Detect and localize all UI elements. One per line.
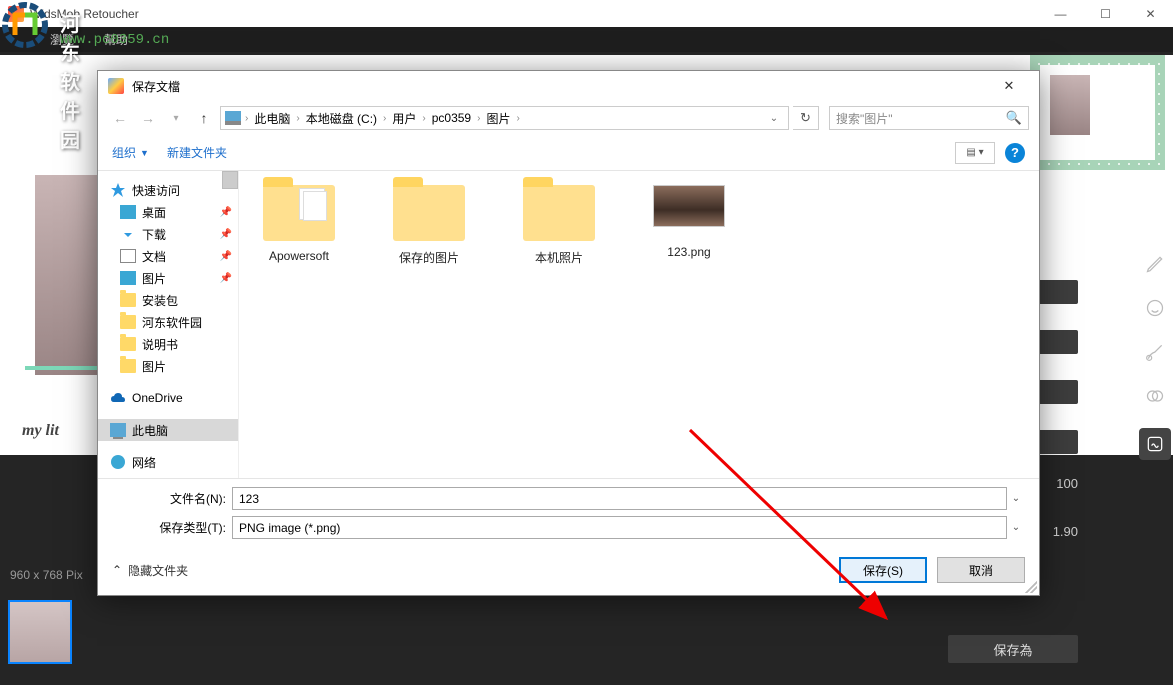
pc-icon	[225, 111, 241, 125]
organize-menu[interactable]: 组织 ▼	[112, 144, 149, 161]
option-dropdown-3[interactable]	[1038, 380, 1078, 404]
cancel-button[interactable]: 取消	[937, 557, 1025, 583]
canvas-dimensions: 960 x 768 Pix	[10, 568, 83, 582]
overlap-icon[interactable]	[1143, 384, 1167, 408]
nav-forward-button: →	[136, 106, 160, 130]
maximize-button[interactable]: ☐	[1083, 0, 1128, 27]
option-dropdown-4[interactable]	[1038, 430, 1078, 454]
folder-icon	[523, 185, 595, 241]
brush-icon[interactable]	[1143, 340, 1167, 364]
artwork-preview	[35, 175, 105, 375]
opacity-value: 100	[1056, 476, 1078, 491]
filename-dropdown[interactable]: ⌄	[1007, 493, 1025, 504]
dialog-title-bar: 保存文檔 ✕	[98, 71, 1039, 101]
nav-up-button[interactable]: ↑	[192, 106, 216, 130]
search-input[interactable]: 搜索"图片" 🔍	[829, 106, 1029, 130]
bottom-panel: 文件名(N): ⌄ 保存类型(T): PNG image (*.png) ⌄ ⌃…	[98, 478, 1039, 595]
tree-pictures2[interactable]: 图片	[98, 355, 238, 377]
save-dialog: 保存文檔 ✕ ← → ▾ ↑ › 此电脑› 本地磁盘 (C:)› 用户› pc0…	[97, 70, 1040, 596]
tree-quick-access[interactable]: 快速访问	[98, 179, 238, 201]
filetype-select[interactable]: PNG image (*.png)	[232, 516, 1007, 539]
nav-tree: 快速访问 桌面📌 下载📌 文档📌 图片📌 安装包 河东软件园 说明书 图片 On…	[98, 171, 238, 478]
menu-help[interactable]: 幫助	[104, 31, 128, 48]
option-dropdown-2[interactable]	[1038, 330, 1078, 354]
search-placeholder: 搜索"图片"	[836, 110, 893, 127]
resize-grip[interactable]	[1025, 581, 1037, 593]
tree-hedong[interactable]: 河东软件园	[98, 311, 238, 333]
tree-pictures[interactable]: 图片📌	[98, 267, 238, 289]
artwork-caption: my lit	[22, 422, 59, 440]
address-dropdown[interactable]: ⌄	[764, 113, 784, 124]
refresh-button[interactable]: ↻	[793, 106, 819, 130]
tree-onedrive[interactable]: OneDrive	[98, 387, 238, 409]
toolbar-row: 组织 ▼ 新建文件夹 ▤ ▾ ?	[98, 135, 1039, 171]
filename-label: 文件名(N):	[112, 490, 232, 507]
tree-desktop[interactable]: 桌面📌	[98, 201, 238, 223]
filename-input[interactable]	[232, 487, 1007, 510]
nav-recent-button[interactable]: ▾	[164, 106, 188, 130]
frame-icon[interactable]	[1139, 428, 1171, 460]
tree-manual[interactable]: 说明书	[98, 333, 238, 355]
filetype-label: 保存类型(T):	[112, 519, 232, 536]
menu-browse[interactable]: 瀏覽	[50, 31, 74, 48]
new-folder-button[interactable]: 新建文件夹	[167, 144, 227, 161]
dialog-title: 保存文檔	[132, 78, 180, 95]
nav-row: ← → ▾ ↑ › 此电脑› 本地磁盘 (C:)› 用户› pc0359› 图片…	[98, 101, 1039, 135]
hide-folders-toggle[interactable]: ⌃ 隐藏文件夹	[112, 562, 188, 579]
tree-this-pc[interactable]: 此电脑	[98, 419, 238, 441]
right-toolbar	[1137, 252, 1173, 460]
option-dropdown-1[interactable]	[1038, 280, 1078, 304]
help-button[interactable]: ?	[1005, 143, 1025, 163]
tree-install-pkg[interactable]: 安装包	[98, 289, 238, 311]
view-mode-button[interactable]: ▤ ▾	[955, 142, 995, 164]
search-icon[interactable]: 🔍	[1006, 110, 1022, 126]
breadcrumb[interactable]: 图片	[482, 108, 514, 129]
dialog-icon	[108, 78, 124, 94]
breadcrumb[interactable]: 用户	[388, 108, 420, 129]
minimize-button[interactable]: —	[1038, 0, 1083, 27]
folder-item[interactable]: 本机照片	[509, 185, 609, 266]
pencil-icon[interactable]	[1143, 252, 1167, 276]
file-list[interactable]: Apowersoft 保存的图片 本机照片 123.png	[238, 171, 1039, 478]
frame-preview	[1030, 55, 1165, 170]
tree-documents[interactable]: 文档📌	[98, 245, 238, 267]
breadcrumb[interactable]: 此电脑	[250, 108, 294, 129]
tree-network[interactable]: 网络	[98, 451, 238, 473]
title-bar: WidsMob Retoucher — ☐ ✕	[0, 0, 1173, 27]
scale-value: 1.90	[1053, 524, 1078, 539]
chevron-up-icon: ⌃	[112, 563, 122, 577]
close-button[interactable]: ✕	[1128, 0, 1173, 27]
folder-icon	[263, 185, 335, 241]
app-icon	[8, 6, 24, 22]
app-title: WidsMob Retoucher	[30, 7, 139, 21]
filetype-dropdown[interactable]: ⌄	[1007, 522, 1025, 533]
save-as-button[interactable]: 保存為	[948, 635, 1078, 663]
image-item[interactable]: 123.png	[639, 185, 739, 259]
folder-item[interactable]: 保存的图片	[379, 185, 479, 266]
save-button[interactable]: 保存(S)	[839, 557, 927, 583]
address-bar[interactable]: › 此电脑› 本地磁盘 (C:)› 用户› pc0359› 图片› ⌄	[220, 106, 789, 130]
nav-back-button[interactable]: ←	[108, 106, 132, 130]
breadcrumb[interactable]: pc0359	[428, 109, 475, 127]
thumbnail[interactable]	[8, 600, 72, 664]
breadcrumb[interactable]: 本地磁盘 (C:)	[302, 108, 381, 129]
image-icon	[653, 185, 725, 227]
face-icon[interactable]	[1143, 296, 1167, 320]
folder-icon	[393, 185, 465, 241]
menu-bar: 瀏覽 幫助	[0, 27, 1173, 52]
tree-downloads[interactable]: 下载📌	[98, 223, 238, 245]
folder-item[interactable]: Apowersoft	[249, 185, 349, 263]
dialog-close-button[interactable]: ✕	[989, 72, 1029, 100]
